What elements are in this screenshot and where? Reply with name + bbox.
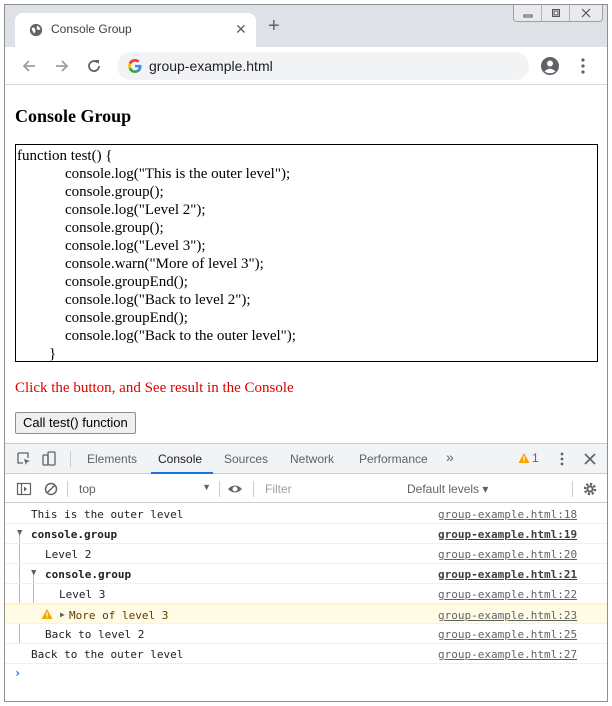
- console-message: console.group: [45, 568, 132, 581]
- tab-console[interactable]: Console: [158, 452, 202, 466]
- source-link[interactable]: group-example.html:27: [438, 648, 577, 661]
- new-tab-icon[interactable]: +: [268, 16, 280, 36]
- code-line: console.log("Level 3");: [65, 238, 206, 254]
- code-line: console.groupEnd();: [65, 310, 188, 326]
- tab-strip: Console Group ✕ +: [5, 5, 607, 47]
- back-arrow-icon[interactable]: [19, 56, 39, 76]
- sidebar-toggle-icon[interactable]: [16, 481, 32, 497]
- url-text: group-example.html: [149, 58, 273, 74]
- google-icon: [128, 59, 142, 73]
- console-message: Level 2: [45, 548, 92, 561]
- toolbar-divider: [70, 451, 71, 467]
- warning-icon: [518, 453, 530, 463]
- source-link[interactable]: group-example.html:22: [438, 588, 577, 601]
- console-message: console.group: [31, 528, 118, 541]
- warning-count: 1: [532, 451, 539, 465]
- close-window-icon[interactable]: [570, 5, 602, 21]
- page-heading: Console Group: [15, 106, 132, 126]
- minimize-icon[interactable]: [514, 5, 542, 21]
- console-row: This is the outer level group-example.ht…: [5, 504, 607, 524]
- code-line: function test() {: [17, 148, 113, 164]
- expand-triangle-icon[interactable]: ▼: [31, 568, 36, 578]
- address-bar[interactable]: group-example.html: [117, 52, 529, 80]
- browser-toolbar: group-example.html: [5, 47, 607, 85]
- profile-icon[interactable]: [540, 56, 560, 76]
- forward-arrow-icon[interactable]: [52, 56, 72, 76]
- toolbar-divider: [219, 481, 220, 497]
- context-value: top: [79, 482, 96, 496]
- tab-title: Console Group: [51, 22, 132, 36]
- code-line: console.group();: [65, 184, 164, 200]
- tab-close-icon[interactable]: ✕: [235, 21, 247, 38]
- settings-gear-icon[interactable]: [582, 481, 598, 497]
- source-link[interactable]: group-example.html:23: [438, 609, 577, 622]
- source-link[interactable]: group-example.html:25: [438, 628, 577, 641]
- close-devtools-icon[interactable]: [582, 451, 598, 467]
- tab-performance[interactable]: Performance: [359, 452, 428, 466]
- instruction-text: Click the button, and See result in the …: [15, 380, 294, 396]
- console-group-row[interactable]: ▼ console.group group-example.html:19: [5, 524, 607, 544]
- devtools-tabbar: Elements Console Sources Network Perform…: [5, 444, 607, 474]
- source-link[interactable]: group-example.html:20: [438, 548, 577, 561]
- reload-icon[interactable]: [84, 56, 104, 76]
- console-row: Level 3 group-example.html:22: [5, 584, 607, 604]
- call-test-button[interactable]: Call test() function: [15, 412, 136, 434]
- browser-window: Console Group ✕ + group-example.html Con…: [4, 4, 608, 702]
- source-link[interactable]: group-example.html:19: [438, 528, 577, 541]
- console-toolbar: top ▼ Default levels ▾: [5, 475, 607, 503]
- console-message: More of level 3: [69, 609, 169, 622]
- page-content: Console Group function test() { console.…: [5, 86, 607, 443]
- window-controls: [513, 5, 603, 22]
- toolbar-divider: [67, 481, 68, 497]
- inspect-icon[interactable]: [16, 451, 32, 467]
- device-toolbar-icon[interactable]: [41, 451, 57, 467]
- expand-triangle-icon[interactable]: ▼: [17, 528, 22, 538]
- log-levels-label: Default levels: [407, 482, 480, 496]
- devtools-menu-icon[interactable]: [554, 451, 570, 467]
- console-message: Back to the outer level: [31, 648, 184, 661]
- kebab-menu-icon[interactable]: [577, 55, 589, 77]
- console-group-row[interactable]: ▼ console.group group-example.html:21: [5, 564, 607, 584]
- eye-icon[interactable]: [227, 481, 243, 497]
- console-warning-row[interactable]: ▶ More of level 3 group-example.html:23: [5, 604, 607, 624]
- console-prompt-icon[interactable]: ›: [14, 666, 21, 680]
- devtools-panel: Elements Console Sources Network Perform…: [5, 443, 607, 701]
- toolbar-divider: [253, 481, 254, 497]
- console-message: Back to level 2: [45, 628, 145, 641]
- code-line: console.log("Back to the outer level");: [65, 328, 296, 344]
- code-line: console.group();: [65, 220, 164, 236]
- toolbar-divider: [572, 481, 573, 497]
- console-message: Level 3: [59, 588, 106, 601]
- log-levels-dropdown[interactable]: Default levels ▾: [407, 482, 488, 496]
- code-line: console.log("This is the outer level");: [65, 166, 291, 182]
- warning-count-badge[interactable]: 1: [518, 451, 539, 465]
- console-row: Back to the outer level group-example.ht…: [5, 644, 607, 664]
- active-tab-indicator: [151, 472, 213, 474]
- source-link[interactable]: group-example.html:18: [438, 508, 577, 521]
- warning-icon: [41, 609, 53, 619]
- collapsed-triangle-icon[interactable]: ▶: [60, 610, 65, 619]
- browser-tab[interactable]: Console Group ✕: [15, 13, 256, 47]
- clear-console-icon[interactable]: [43, 481, 59, 497]
- tab-elements[interactable]: Elements: [87, 452, 137, 466]
- console-row: Back to level 2 group-example.html:25: [5, 624, 607, 644]
- restore-icon[interactable]: [542, 5, 570, 21]
- context-select[interactable]: top ▼: [73, 479, 213, 499]
- dropdown-arrow-icon: ▼: [202, 482, 211, 492]
- tab-sources[interactable]: Sources: [224, 452, 268, 466]
- console-row: Level 2 group-example.html:20: [5, 544, 607, 564]
- globe-icon: [29, 23, 43, 37]
- source-link[interactable]: group-example.html:21: [438, 568, 577, 581]
- code-line: console.log("Level 2");: [65, 202, 206, 218]
- code-line: console.log("Back to level 2");: [65, 292, 251, 308]
- code-line: console.groupEnd();: [65, 274, 188, 290]
- code-line: }: [49, 346, 57, 362]
- filter-input[interactable]: [261, 479, 399, 499]
- code-block: function test() { console.log("This is t…: [15, 144, 598, 362]
- console-output: This is the outer level group-example.ht…: [5, 504, 607, 701]
- console-message: This is the outer level: [31, 508, 184, 521]
- more-tabs-icon[interactable]: »: [446, 449, 454, 465]
- tab-network[interactable]: Network: [290, 452, 334, 466]
- code-line: console.warn("More of level 3");: [65, 256, 264, 272]
